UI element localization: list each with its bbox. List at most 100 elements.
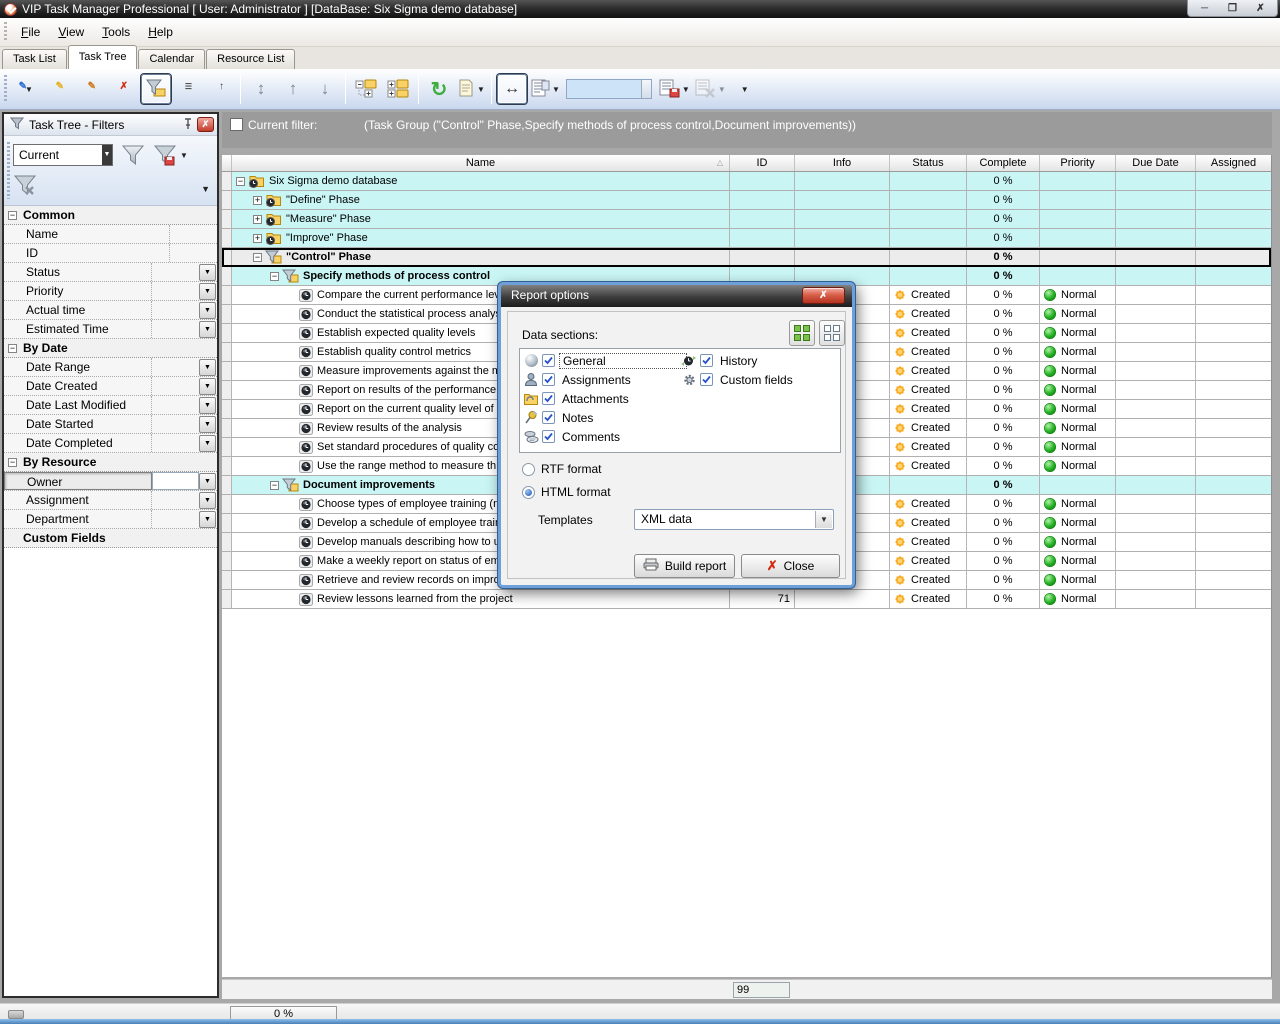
filter-field-assignment[interactable]: Assignment▼ [4, 491, 217, 510]
checkbox-checked[interactable] [542, 373, 555, 386]
expand-plus-icon[interactable]: + [253, 215, 262, 224]
select-all-button[interactable] [789, 320, 815, 346]
column-header-due-date[interactable]: Due Date [1116, 155, 1196, 171]
data-section-history[interactable]: History [680, 351, 796, 370]
save-filter-button[interactable]: ▼ [152, 142, 188, 168]
restore-button[interactable]: ❐ [1219, 2, 1246, 15]
task-row[interactable]: Review lessons learned from the project7… [222, 590, 1271, 609]
dialog-close-button[interactable]: ✗ Close [741, 554, 840, 578]
data-section-custom-fields[interactable]: Custom fields [680, 370, 796, 389]
column-header-indicator[interactable] [222, 155, 232, 171]
chevron-down-icon[interactable]: ▼ [199, 397, 216, 414]
columns-button[interactable]: ▼ [529, 74, 561, 104]
filter-field-actual-time[interactable]: Actual time▼ [4, 301, 217, 320]
filter-button[interactable] [141, 74, 171, 104]
filter-field-date-completed[interactable]: Date Completed▼ [4, 434, 217, 453]
column-header-id[interactable]: ID [730, 155, 795, 171]
expand-minus-icon[interactable]: − [253, 253, 262, 262]
pin-icon[interactable] [182, 117, 194, 133]
expand-all-button[interactable] [383, 74, 413, 104]
filter-field-value[interactable] [152, 282, 199, 300]
task-row[interactable]: +"Define" Phase0 % [222, 191, 1271, 210]
collapse-icon[interactable]: − [8, 344, 17, 353]
current-filter-checkbox[interactable] [230, 118, 243, 131]
checkbox-checked[interactable] [542, 411, 555, 424]
filter-field-value[interactable] [152, 377, 199, 395]
task-row[interactable]: −"Control" Phase0 % [222, 248, 1271, 267]
dialog-title[interactable]: Report options [501, 285, 852, 307]
chevron-down-icon[interactable]: ▼ [199, 511, 216, 528]
refresh-button[interactable]: ↻ [424, 74, 454, 104]
filter-field-value[interactable] [152, 510, 199, 528]
chevron-down-icon[interactable]: ▼ [199, 302, 216, 319]
report-button[interactable]: ▼ [456, 74, 486, 104]
chevron-down-icon[interactable]: ▼ [199, 264, 216, 281]
chevron-down-icon[interactable]: ▼ [199, 321, 216, 338]
chevron-down-icon[interactable]: ▼ [199, 492, 216, 509]
chevron-down-icon[interactable]: ▼ [199, 283, 216, 300]
checkbox-checked[interactable] [700, 354, 713, 367]
filter-field-department[interactable]: Department▼ [4, 510, 217, 529]
delete-task-button[interactable]: ✗ [109, 74, 139, 104]
new-task-button[interactable]: ✎▼ [13, 74, 43, 104]
deselect-all-button[interactable] [819, 320, 845, 346]
build-report-button[interactable]: Build report [634, 554, 735, 578]
apply-filter-button[interactable] [120, 142, 146, 168]
task-row[interactable]: +"Measure" Phase0 % [222, 210, 1271, 229]
save-layout-button[interactable]: ▼ [657, 74, 691, 104]
filter-field-value[interactable] [152, 434, 199, 452]
chevron-down-icon[interactable]: ▼ [199, 378, 216, 395]
filter-field-estimated-time[interactable]: Estimated Time▼ [4, 320, 217, 339]
expand-minus-icon[interactable]: − [270, 272, 279, 281]
column-header-complete[interactable]: Complete [967, 155, 1040, 171]
data-section-notes[interactable]: Notes [522, 408, 687, 427]
templates-select[interactable]: XML data ▼ [634, 509, 834, 530]
menu-tools[interactable]: Tools [93, 22, 139, 42]
data-section-attachments[interactable]: Attachments [522, 389, 687, 408]
expand-plus-icon[interactable]: + [253, 196, 262, 205]
menu-view[interactable]: View [49, 22, 93, 42]
complete-task-button[interactable]: ↑ [205, 74, 235, 104]
filter-field-value[interactable] [152, 491, 199, 509]
column-header-name[interactable]: Name△ [232, 155, 730, 171]
filter-field-priority[interactable]: Priority▼ [4, 282, 217, 301]
task-notes-button[interactable]: ☰ [173, 74, 203, 104]
html-format-radio[interactable]: HTML format [522, 485, 611, 499]
filter-field-value[interactable] [152, 320, 199, 338]
collapse-icon[interactable]: − [8, 458, 17, 467]
chevron-down-icon[interactable]: ▼ [199, 416, 216, 433]
checkbox-checked[interactable] [700, 373, 713, 386]
layout-select[interactable] [566, 79, 652, 99]
filter-field-owner[interactable]: Owner▼ [4, 472, 217, 491]
expand-minus-icon[interactable]: − [236, 177, 245, 186]
tab-resource-list[interactable]: Resource List [206, 49, 295, 69]
more-options-button[interactable]: ▼ [729, 74, 759, 104]
filter-field-id[interactable]: ID [4, 244, 217, 263]
filter-field-status[interactable]: Status▼ [4, 263, 217, 282]
close-button[interactable]: ✗ [1247, 2, 1274, 15]
chevron-down-icon[interactable]: ▼ [201, 184, 210, 194]
duplicate-task-button[interactable]: ✎ [77, 74, 107, 104]
filter-field-date-last-modified[interactable]: Date Last Modified▼ [4, 396, 217, 415]
menu-file[interactable]: File [12, 22, 49, 42]
data-section-general[interactable]: General [522, 351, 687, 370]
data-section-comments[interactable]: Comments [522, 427, 687, 446]
tab-task-tree[interactable]: Task Tree [68, 45, 138, 69]
filter-preset-select[interactable]: Current ▼ [13, 144, 113, 166]
chevron-down-icon[interactable]: ▼ [199, 359, 216, 376]
filter-field-date-range[interactable]: Date Range▼ [4, 358, 217, 377]
filter-field-value[interactable] [152, 358, 199, 376]
checkbox-checked[interactable] [542, 430, 555, 443]
minimize-button[interactable]: ─ [1191, 2, 1218, 15]
data-section-assignments[interactable]: Assignments [522, 370, 687, 389]
filter-section-by-date[interactable]: −By Date [4, 339, 217, 358]
filters-close-icon[interactable]: ✗ [197, 117, 214, 132]
column-header-assigned[interactable]: Assigned [1196, 155, 1272, 171]
filter-field-value[interactable] [152, 415, 199, 433]
collapse-all-button[interactable] [351, 74, 381, 104]
edit-task-button[interactable]: ✎ [45, 74, 75, 104]
rtf-format-radio[interactable]: RTF format [522, 462, 601, 476]
filter-section-custom-fields[interactable]: Custom Fields [4, 529, 217, 548]
menu-help[interactable]: Help [139, 22, 182, 42]
column-header-status[interactable]: Status [890, 155, 967, 171]
